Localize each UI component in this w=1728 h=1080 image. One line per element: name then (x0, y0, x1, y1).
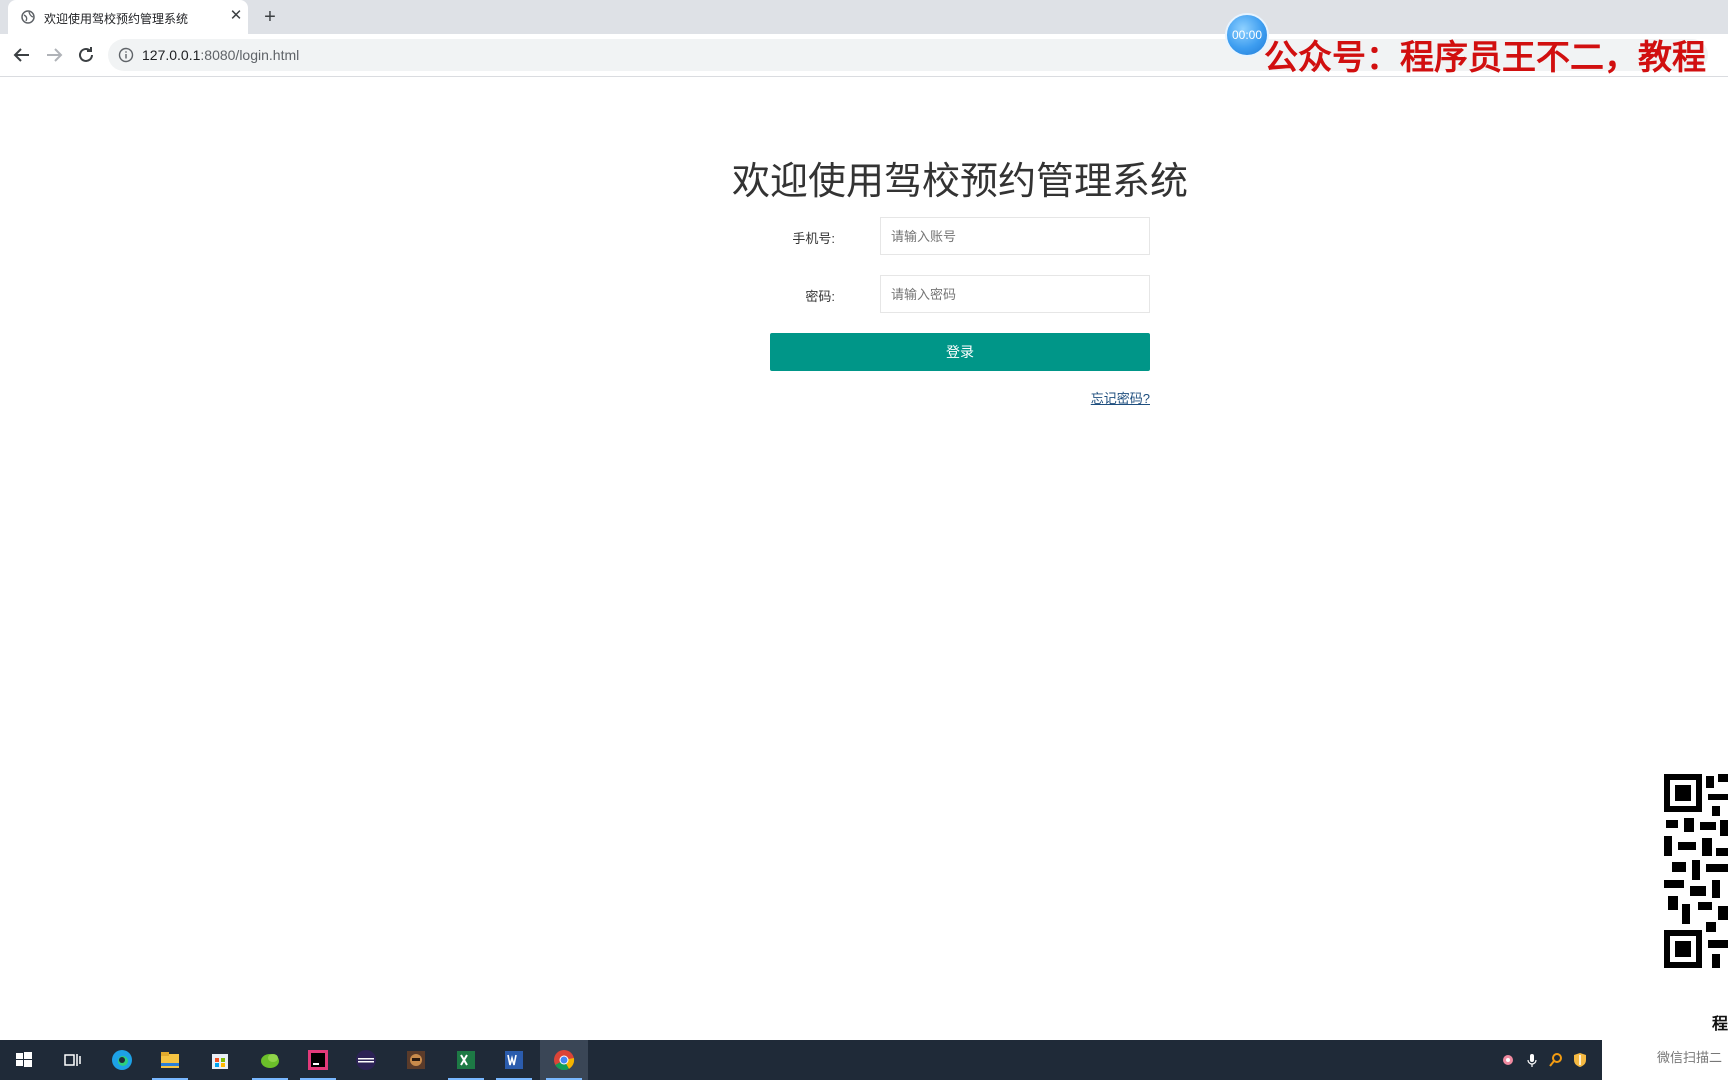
qr-subcaption: 微信扫描二 (1657, 1050, 1723, 1065)
login-button[interactable]: 登录 (770, 333, 1150, 371)
windows-start-icon[interactable] (0, 1040, 48, 1080)
store-icon[interactable] (196, 1040, 244, 1080)
forward-arrow-icon[interactable] (42, 43, 66, 67)
flower-tray-icon[interactable] (1500, 1052, 1516, 1068)
taskbar (0, 1040, 1602, 1080)
phone-input[interactable] (880, 217, 1150, 255)
edge-icon[interactable] (98, 1040, 146, 1080)
microphone-icon[interactable] (1524, 1052, 1540, 1068)
browser-tab[interactable]: 欢迎使用驾校预约管理系统 ✕ (8, 0, 248, 34)
word-icon[interactable] (490, 1040, 538, 1080)
task-view-icon[interactable] (48, 1040, 96, 1080)
search-tray-icon[interactable] (1548, 1052, 1564, 1068)
info-icon[interactable] (118, 47, 134, 63)
tab-strip: 欢迎使用驾校预约管理系统 ✕ + (0, 0, 1728, 34)
eclipse-icon[interactable] (342, 1040, 390, 1080)
chrome-icon[interactable] (540, 1040, 588, 1080)
security-shield-icon[interactable] (1572, 1052, 1588, 1068)
watermark-banner: 公众号：程序员王不二，教程 (1264, 38, 1706, 78)
excel-icon[interactable] (442, 1040, 490, 1080)
globe-icon (21, 10, 35, 24)
tab-title: 欢迎使用驾校预约管理系统 (44, 12, 189, 26)
leaf-app-icon[interactable] (246, 1040, 294, 1080)
page-title: 欢迎使用驾校预约管理系统 (731, 161, 1188, 203)
qr-caption: 程 (1712, 1016, 1728, 1033)
close-tab-icon[interactable]: ✕ (226, 6, 246, 26)
url-text[interactable]: 127.0.0.1:8080/login.html (142, 47, 299, 63)
qr-code-image (1662, 772, 1728, 972)
password-label: 密码: (805, 289, 835, 304)
back-arrow-icon[interactable] (10, 43, 34, 67)
password-input[interactable] (880, 275, 1150, 313)
phone-label: 手机号: (792, 231, 835, 246)
intellij-icon[interactable] (294, 1040, 342, 1080)
game-app-icon[interactable] (392, 1040, 440, 1080)
url-path: :8080/login.html (200, 47, 300, 63)
new-tab-button[interactable]: + (258, 5, 282, 29)
forgot-password-link[interactable]: 忘记密码? (1080, 388, 1150, 407)
file-explorer-icon[interactable] (146, 1040, 194, 1080)
reload-icon[interactable] (74, 43, 98, 67)
recording-timer: 00:00 (1225, 13, 1269, 57)
url-host: 127.0.0.1 (142, 47, 201, 63)
